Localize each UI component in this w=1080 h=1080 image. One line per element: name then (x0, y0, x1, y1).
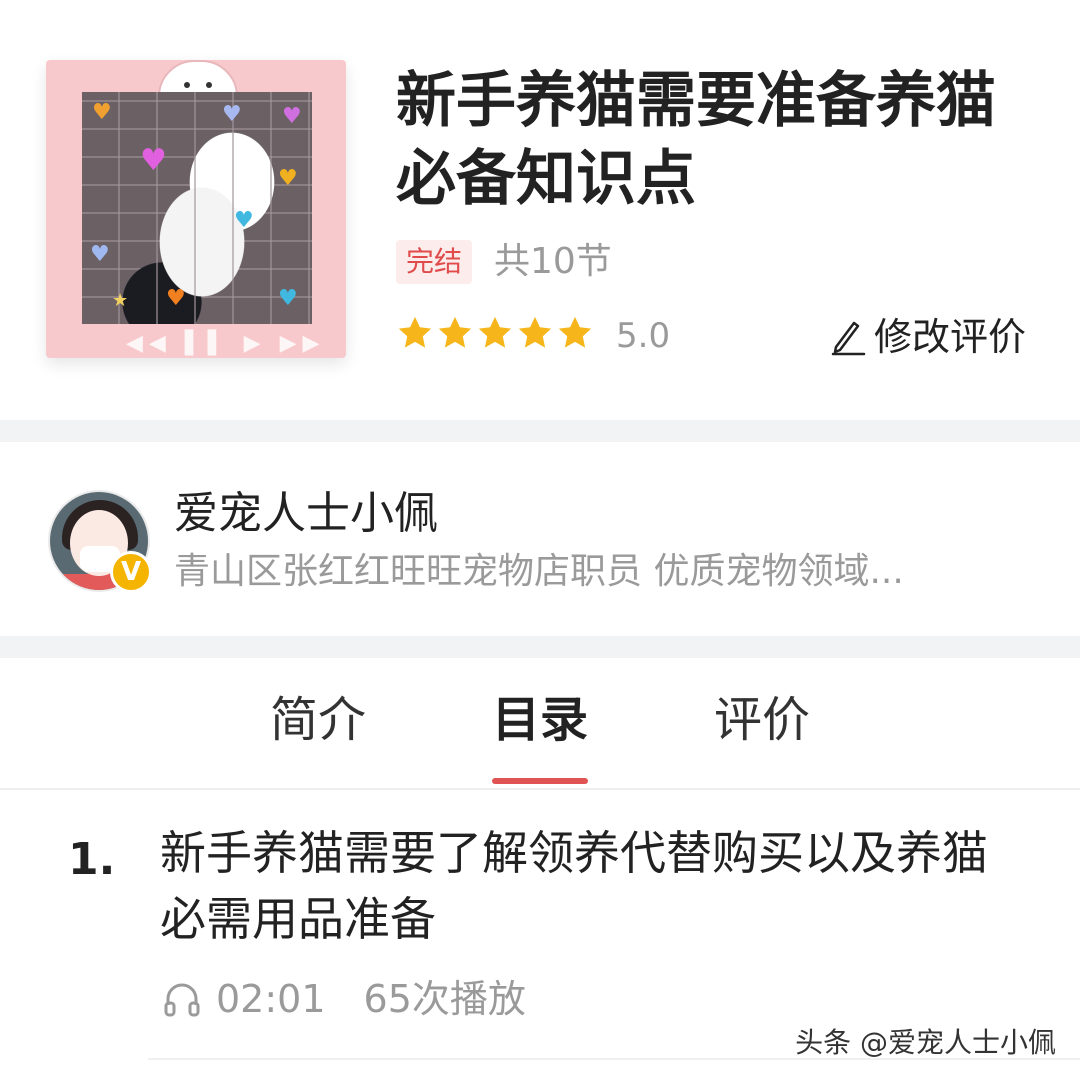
player-controls-icon: ◀◀ ▌▌ ▶ ▶▶ (126, 331, 326, 356)
heart-icon: ♥ (90, 242, 110, 267)
episode-index: 1. (68, 834, 116, 885)
heart-icon: ♥ (278, 166, 298, 191)
episode-play-count: 65次播放 (363, 977, 526, 1021)
episode-title[interactable]: 新手养猫需要了解领养代替购买以及养猫必需用品准备 (160, 820, 1020, 952)
rating-value: 5.0 (616, 316, 671, 356)
watermark: 头条 @爱宠人士小佩 (795, 1026, 1056, 1059)
tab-bar: 简介 目录 评价 (0, 660, 1080, 790)
author-name[interactable]: 爱宠人士小佩 (174, 486, 438, 542)
episode-duration: 02:01 (216, 977, 326, 1021)
heart-icon: ♥ (222, 102, 242, 127)
pencil-icon (831, 321, 866, 356)
lesson-count: 共10节 (494, 241, 612, 282)
star-icon (478, 316, 512, 348)
cover-photo: ♥ ♥ ♥ ♥ ♥ ♥ ♥ ♥ ♥ ★ (82, 92, 312, 324)
status-badge: 完结 (396, 240, 473, 284)
headphones-icon (164, 983, 200, 1017)
tab-catalog[interactable]: 目录 (492, 688, 588, 752)
heart-icon: ♥ (140, 143, 167, 178)
course-cover[interactable]: ♥ ♥ ♥ ♥ ♥ ♥ ♥ ♥ ♥ ★ ◀◀ ▌▌ ▶ ▶▶ (46, 60, 346, 358)
star-icon (518, 316, 552, 348)
course-title: 新手养猫需要准备养猫必备知识点 (396, 66, 996, 214)
rating-stars (396, 314, 594, 352)
star-icon (558, 316, 592, 348)
edit-review-label: 修改评价 (874, 315, 1027, 359)
heart-icon: ♥ (166, 286, 186, 311)
author-description: 青山区张红红旺旺宠物店职员 优质宠物领域... (174, 551, 904, 592)
heart-icon: ♥ (234, 208, 254, 233)
episode-meta: 02:01 65次播放 (162, 974, 526, 1024)
sparkle-icon: ★ (112, 290, 129, 311)
heart-icon: ♥ (282, 104, 302, 129)
star-icon (398, 316, 432, 348)
tab-reviews[interactable]: 评价 (714, 688, 810, 752)
heart-icon: ♥ (278, 286, 298, 311)
section-divider (0, 636, 1080, 658)
active-tab-indicator (492, 778, 588, 784)
star-icon (438, 316, 472, 348)
edit-review-button[interactable]: 修改评价 (828, 312, 1026, 362)
tab-intro[interactable]: 简介 (270, 688, 366, 752)
section-divider (0, 420, 1080, 442)
heart-icon: ♥ (92, 100, 112, 125)
verified-badge: V (110, 551, 152, 593)
